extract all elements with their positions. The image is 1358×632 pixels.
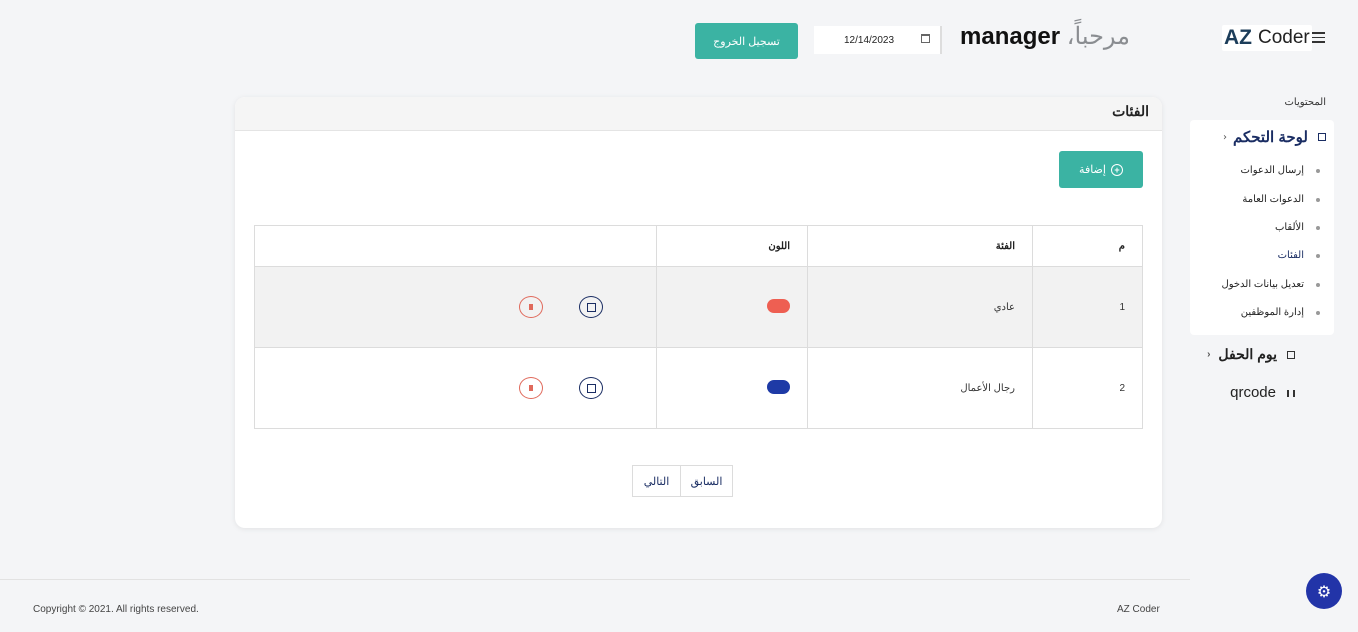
date-value: 12/14/2023 — [844, 34, 895, 46]
footer-divider — [0, 579, 1190, 580]
table-row: 1 عادي — [254, 266, 1143, 348]
bullet-icon — [1316, 311, 1320, 315]
next-page-button[interactable]: التالي — [632, 465, 681, 497]
copyright-text: Copyright © 2021. All rights reserved. — [33, 604, 199, 615]
sidebar-item-party-day-label: يوم الحفل — [1218, 346, 1277, 362]
edit-icon — [586, 302, 596, 312]
cell-category: عادي — [807, 266, 1033, 348]
delete-button[interactable] — [519, 377, 543, 399]
chevron-icon: ‹ — [1222, 131, 1227, 143]
brand-logo[interactable]: AZ Coder — [1222, 25, 1312, 51]
sidebar-item-qrcode[interactable]: qrcode — [1230, 384, 1276, 401]
delete-button[interactable] — [519, 296, 543, 318]
grid-icon — [1318, 133, 1326, 141]
footer-brand: AZ Coder — [1117, 604, 1160, 615]
cell-number: 2 — [1032, 347, 1143, 429]
categories-table: م الفئة اللون 1 عادي 2 رجال الأعمال — [254, 225, 1143, 429]
cell-color — [656, 347, 808, 429]
page-title: الفئات — [1112, 103, 1149, 119]
barcode-icon — [1287, 390, 1295, 397]
edit-button[interactable] — [579, 296, 603, 318]
gear-icon: ⚙ — [1316, 581, 1332, 601]
categories-card: الفئات + إضافة م الفئة اللون 1 عادي 2 رج… — [235, 97, 1162, 528]
sidebar-heading: المحتويات — [1284, 97, 1327, 108]
col-header-number: م — [1032, 225, 1143, 267]
brand-az: AZ — [1224, 26, 1252, 49]
edit-icon — [586, 383, 596, 393]
pagination: التالي السابق — [632, 465, 733, 497]
sidebar-item-edit-login[interactable]: تعديل بيانات الدخول — [1221, 279, 1304, 290]
sidebar-item-staff[interactable]: إدارة الموظفين — [1241, 307, 1304, 318]
calendar-icon — [1287, 350, 1295, 359]
bullet-icon — [1316, 283, 1320, 287]
date-input[interactable]: 12/14/2023 — [814, 26, 942, 54]
sidebar-item-party-day[interactable]: يوم الحفل ‹ — [1207, 346, 1295, 363]
color-swatch — [767, 298, 790, 313]
bullet-icon — [1316, 169, 1320, 173]
sidebar-item-send-invites[interactable]: إرسال الدعوات — [1241, 165, 1304, 176]
bullet-icon — [1316, 226, 1320, 230]
table-row: 2 رجال الأعمال — [254, 347, 1143, 429]
cell-color — [656, 266, 808, 348]
welcome-text: مرحباً، manager — [960, 22, 1130, 51]
sidebar-item-public-invites[interactable]: الدعوات العامة — [1242, 194, 1304, 205]
cell-category: رجال الأعمال — [807, 347, 1033, 429]
sidebar-item-titles[interactable]: الألقاب — [1275, 222, 1304, 233]
logout-button[interactable]: تسجيل الخروج — [695, 23, 798, 59]
cell-number: 1 — [1032, 266, 1143, 348]
bullet-icon — [1316, 198, 1320, 202]
plus-circle-icon: + — [1110, 163, 1123, 176]
sidebar-item-dashboard[interactable]: لوحة التحكم ‹ — [1223, 128, 1326, 146]
sidebar-item-dashboard-label: لوحة التحكم — [1232, 129, 1308, 146]
color-swatch — [767, 379, 790, 394]
col-header-actions — [254, 225, 657, 267]
sidebar-dashboard-group — [1190, 120, 1334, 335]
card-header: الفئات — [235, 97, 1162, 131]
cell-actions — [254, 266, 657, 348]
menu-toggle-icon[interactable] — [1312, 32, 1325, 46]
trash-icon — [529, 304, 533, 310]
col-header-category: الفئة — [807, 225, 1033, 267]
welcome-user: manager — [960, 23, 1061, 50]
add-button-label: إضافة — [1079, 164, 1106, 176]
prev-page-button[interactable]: السابق — [681, 465, 733, 497]
trash-icon — [529, 385, 533, 391]
col-header-color: اللون — [656, 225, 808, 267]
edit-button[interactable] — [579, 377, 603, 399]
bullet-icon — [1316, 254, 1320, 258]
add-button[interactable]: + إضافة — [1059, 151, 1143, 188]
cell-actions — [254, 347, 657, 429]
calendar-icon[interactable] — [921, 34, 930, 43]
chevron-icon: ‹ — [1207, 349, 1211, 360]
brand-coder: Coder — [1258, 27, 1310, 48]
settings-gear-button[interactable]: ⚙ — [1306, 573, 1342, 609]
welcome-prefix: مرحباً، — [1066, 23, 1130, 50]
sidebar-item-categories[interactable]: الفئات — [1278, 250, 1304, 261]
